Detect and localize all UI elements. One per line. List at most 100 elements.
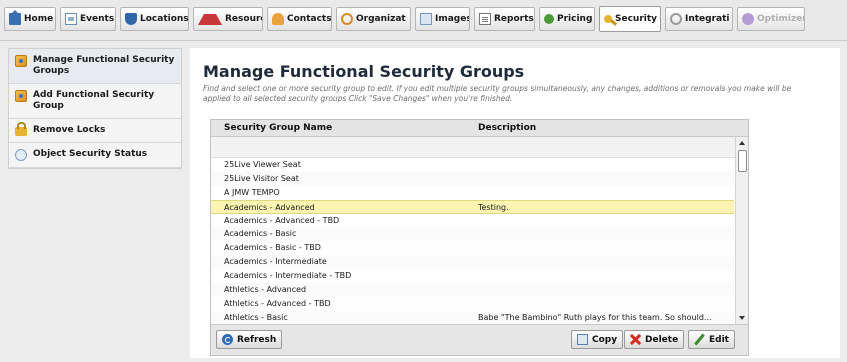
cell-group-name: Academics - Advanced - TBD	[224, 215, 340, 225]
tab-label: Home	[24, 14, 54, 24]
scroll-down-arrow-icon[interactable]	[739, 316, 745, 320]
cell-group-name: Academics - Intermediate - TBD	[224, 271, 352, 281]
sidebar-item-manage-groups[interactable]: Manage Functional Security Groups	[9, 49, 181, 84]
events-icon	[65, 13, 77, 25]
tab-events[interactable]: Events	[60, 7, 116, 31]
tab-images[interactable]: Images	[415, 7, 470, 31]
column-header-description[interactable]: Description	[478, 123, 536, 133]
table-row[interactable]: Academics - Advanced - TBD	[211, 214, 734, 228]
security-key-icon	[604, 15, 612, 23]
copy-icon	[577, 334, 588, 345]
edit-pencil-icon	[694, 334, 705, 345]
scroll-up-arrow-icon[interactable]	[739, 141, 745, 145]
sidebar: Manage Functional Security Groups Add Fu…	[8, 48, 182, 169]
home-icon	[9, 10, 21, 25]
cell-group-name: Athletics - Advanced	[224, 285, 307, 295]
tab-label: Reports	[494, 14, 534, 24]
grid-filter-row	[211, 137, 748, 158]
refresh-button[interactable]: Refresh	[216, 330, 283, 349]
shield-icon	[15, 149, 27, 161]
delete-x-icon	[630, 334, 641, 345]
sidebar-item-label: Remove Locks	[33, 125, 106, 135]
table-row[interactable]: Academics - Intermediate	[211, 255, 734, 270]
tab-optimizer: Optimizer	[737, 7, 805, 31]
organization-icon	[341, 13, 353, 25]
tab-label: Organizat	[356, 14, 406, 24]
cell-description: Babe "The Bambino" Ruth plays for this t…	[478, 312, 712, 322]
tab-label: Locations	[140, 14, 189, 24]
cell-group-name: A JMW TEMPO	[224, 187, 280, 197]
sidebar-item-label: Add Functional Security Group	[33, 90, 155, 111]
page-description: Find and select one or more security gro…	[203, 84, 792, 103]
security-group-icon	[15, 90, 27, 102]
tab-label: Contacts	[287, 14, 332, 24]
cell-description: Testing.	[478, 202, 509, 212]
reports-icon	[479, 13, 491, 25]
edit-button[interactable]: Edit	[688, 330, 735, 349]
tab-label: Security	[615, 14, 658, 24]
table-row-selected[interactable]: Academics - Advanced Testing.	[211, 199, 734, 214]
tab-label: Resource	[225, 14, 262, 24]
security-group-grid: Security Group Name Description 25Live V…	[210, 119, 749, 356]
sidebar-item-remove-locks[interactable]: Remove Locks	[9, 119, 181, 143]
sidebar-item-label: Manage Functional Security Groups	[33, 55, 175, 76]
sidebar-item-add-group[interactable]: Add Functional Security Group	[9, 84, 181, 119]
pricing-icon	[544, 14, 554, 24]
button-label: Edit	[709, 334, 729, 345]
table-row[interactable]: Athletics - Advanced	[211, 283, 734, 297]
tab-security[interactable]: Security	[599, 6, 661, 32]
tab-label: Images	[435, 14, 470, 24]
security-group-icon	[15, 55, 27, 67]
tab-label: Pricing	[557, 14, 593, 24]
tab-label: Optimizer	[757, 14, 805, 24]
cell-group-name: Academics - Intermediate	[224, 257, 327, 267]
scroll-thumb[interactable]	[738, 150, 747, 172]
cell-group-name: Academics - Basic	[224, 229, 297, 239]
grid-body: 25Live Viewer Seat 25Live Visitor Seat A…	[211, 158, 734, 324]
cell-group-name: Academics - Basic - TBD	[224, 243, 321, 253]
vertical-scrollbar[interactable]	[735, 137, 748, 324]
tab-organizations[interactable]: Organizat	[336, 7, 411, 31]
sidebar-item-object-security-status[interactable]: Object Security Status	[9, 143, 181, 168]
tab-resources[interactable]: Resource	[193, 7, 263, 31]
cell-group-name: Athletics - Advanced - TBD	[224, 298, 331, 308]
tab-label: Integrati	[685, 14, 730, 24]
table-row[interactable]: 25Live Visitor Seat	[211, 171, 734, 186]
column-header-name[interactable]: Security Group Name	[224, 123, 332, 133]
top-tab-bar: Home Events Locations Resource Contacts …	[0, 0, 847, 41]
images-icon	[420, 13, 432, 25]
table-row[interactable]: Athletics - Basic Babe "The Bambino" Ruth…	[211, 310, 734, 324]
page-title: Manage Functional Security Groups	[203, 62, 525, 81]
button-label: Refresh	[237, 334, 277, 345]
button-label: Delete	[645, 334, 679, 345]
cell-group-name: Academics - Advanced	[224, 202, 315, 212]
integration-icon	[670, 13, 682, 25]
tab-pricing[interactable]: Pricing	[539, 7, 595, 31]
location-icon	[125, 13, 137, 25]
table-row[interactable]: A JMW TEMPO	[211, 186, 734, 200]
tab-home[interactable]: Home	[4, 7, 56, 31]
tab-label: Events	[80, 14, 115, 24]
tab-contacts[interactable]: Contacts	[267, 7, 332, 31]
grid-footer-toolbar: Refresh Copy Delete Edit	[211, 324, 748, 355]
refresh-icon	[222, 334, 233, 345]
copy-button[interactable]: Copy	[571, 330, 624, 349]
tab-integration[interactable]: Integrati	[665, 7, 733, 31]
contacts-icon	[272, 13, 284, 25]
table-row[interactable]: 25Live Viewer Seat	[211, 158, 734, 172]
table-row[interactable]: Academics - Basic - TBD	[211, 241, 734, 255]
table-row[interactable]: Academics - Basic	[211, 227, 734, 242]
table-row[interactable]: Academics - Intermediate - TBD	[211, 269, 734, 283]
tab-reports[interactable]: Reports	[474, 7, 535, 31]
cell-group-name: Athletics - Basic	[224, 312, 288, 322]
delete-button[interactable]: Delete	[624, 330, 685, 349]
table-row[interactable]: Athletics - Advanced - TBD	[211, 297, 734, 311]
lock-icon	[15, 122, 27, 136]
cell-group-name: 25Live Viewer Seat	[224, 160, 301, 169]
grid-header: Security Group Name Description	[211, 120, 748, 137]
tab-locations[interactable]: Locations	[120, 7, 189, 31]
cell-group-name: 25Live Visitor Seat	[224, 173, 299, 183]
main-panel: Manage Functional Security Groups Find a…	[190, 48, 840, 358]
resource-icon	[198, 13, 222, 25]
button-label: Copy	[592, 334, 618, 345]
